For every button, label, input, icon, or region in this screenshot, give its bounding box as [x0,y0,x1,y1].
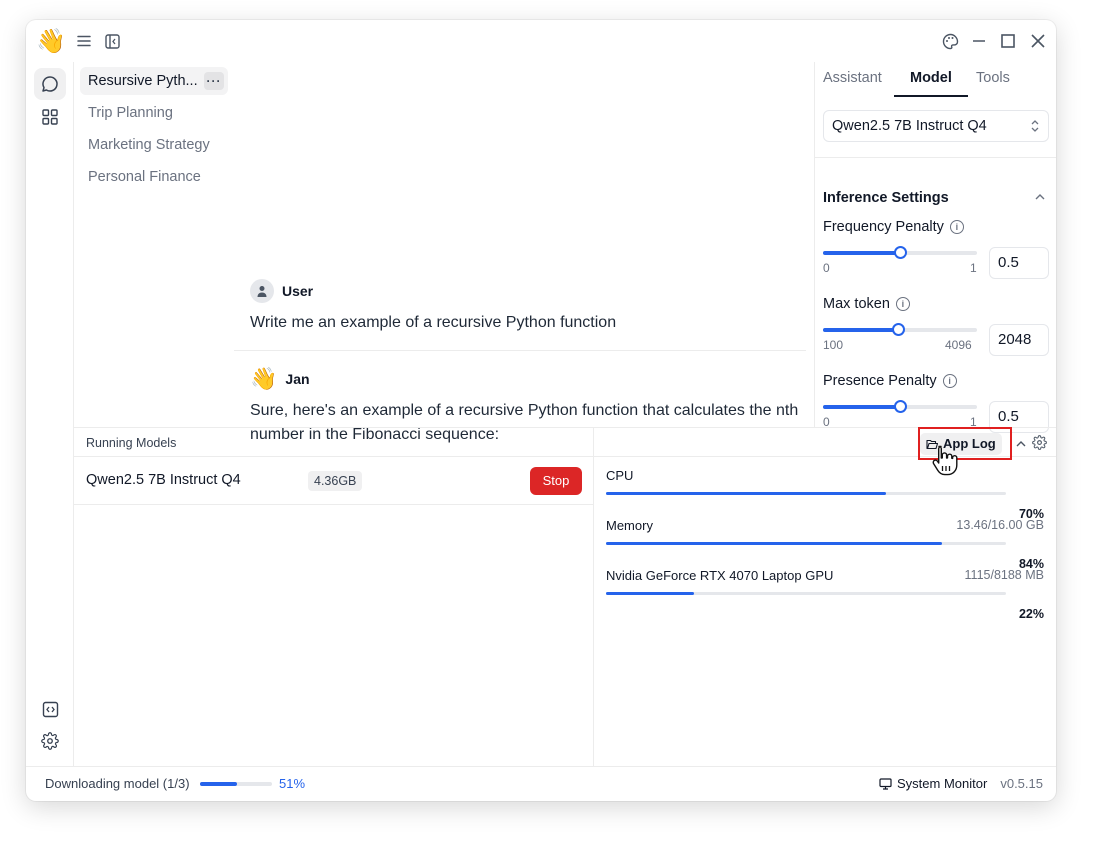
slider-fill [823,405,900,409]
system-monitor-panel: Running Models Qwen2.5 7B Instruct Q4 4.… [74,427,1056,767]
hand-cursor-icon [930,444,958,481]
local-api-server-icon[interactable] [34,693,66,725]
monitor-icon [879,777,892,790]
status-bar: Downloading model (1/3) 51% System Monit… [26,766,1056,801]
param-label-text: Frequency Penalty [823,219,944,235]
thread-item-marketing-strategy[interactable]: Marketing Strategy [80,131,228,159]
slider-presence-penalty[interactable] [823,400,977,413]
info-icon[interactable]: i [895,297,910,311]
slider-max-token[interactable] [823,323,977,336]
stop-model-button[interactable]: Stop [530,467,582,495]
slider-fill [823,328,899,332]
model-select[interactable]: Qwen2.5 7B Instruct Q4 [823,110,1049,142]
hub-grid-icon[interactable] [34,101,66,133]
user-avatar-icon [250,279,274,303]
chevron-up-icon[interactable] [1034,190,1046,206]
slider-thumb[interactable] [894,400,907,413]
slider-fill [823,251,900,255]
monitor-label-memory: Memory [606,518,653,533]
slider-max-label: 4096 [945,338,972,352]
monitor-label-cpu: CPU [606,468,634,483]
system-monitor-label: System Monitor [897,776,988,791]
message-header-user: User [250,279,313,303]
message-header-jan: 👋 Jan [250,366,310,392]
divider [815,157,1056,158]
gpu-percent: 22% [1018,607,1044,621]
param-label-frequency-penalty: Frequency Penalty i [823,219,964,235]
message-divider [234,350,806,351]
chat-icon[interactable] [34,68,66,100]
param-label-text: Max token [823,296,890,312]
thread-list: Resursive Pyth... ··· Trip Planning Mark… [74,62,234,447]
tab-model[interactable]: Model [910,70,952,86]
slider-thumb[interactable] [892,323,906,336]
selected-model-label: Qwen2.5 7B Instruct Q4 [832,118,987,134]
panel-tabs: Assistant Model Tools [815,62,1056,98]
system-monitor-button[interactable]: System Monitor [879,776,987,791]
app-version: v0.5.15 [1000,776,1043,791]
tab-tools[interactable]: Tools [976,70,1010,86]
monitor-settings-gear-icon[interactable] [1032,435,1047,453]
toggle-sidebar-icon[interactable] [104,33,120,49]
running-model-row: Qwen2.5 7B Instruct Q4 4.36GB Stop [74,457,593,505]
message-author: Jan [285,371,310,387]
menu-icon[interactable] [76,33,92,49]
slider-min-label: 100 [823,338,844,352]
info-icon[interactable]: i [942,374,957,388]
gpu-usage-bar [606,592,1006,595]
inference-settings-title: Inference Settings [823,190,949,206]
divider [593,428,594,767]
cpu-usage-bar [606,492,1006,495]
usage-fill [606,492,886,495]
download-progress-fill [200,782,237,786]
param-label-max-token: Max token i [823,296,910,312]
memory-detail: 13.46/16.00 GB [956,518,1044,532]
message-author: User [282,283,314,299]
slider-thumb[interactable] [894,246,907,259]
message-text: Write me an example of a recursive Pytho… [250,314,617,331]
app-logo-icon: 👋 [36,27,66,55]
left-rail [26,62,74,766]
usage-fill [606,592,694,595]
memory-usage-bar [606,542,1006,545]
download-percent: 51% [279,776,306,791]
param-label-presence-penalty: Presence Penalty i [823,373,957,389]
tab-assistant[interactable]: Assistant [823,70,882,86]
thread-item-trip-planning[interactable]: Trip Planning [80,99,228,127]
settings-gear-icon[interactable] [34,725,66,757]
title-bar: 👋 [26,20,1056,62]
chat-area: User Write me an example of a recursive … [234,62,814,447]
max-token-input[interactable]: 2048 [989,324,1049,356]
chevron-up-icon[interactable] [1015,437,1027,453]
frequency-penalty-input[interactable]: 0.5 [989,247,1049,279]
download-progress-bar [200,782,272,786]
app-window: 👋 Resursive Pyth... ··· Trip Planning Ma… [26,20,1056,801]
thread-item-label: Resursive Pyth... [88,73,198,89]
close-icon[interactable] [1029,32,1047,50]
param-label-text: Presence Penalty [823,373,937,389]
running-model-name: Qwen2.5 7B Instruct Q4 [86,472,241,488]
chevron-up-down-icon [1030,111,1040,141]
slider-max-label: 1 [970,261,977,275]
slider-frequency-penalty[interactable] [823,246,977,259]
jan-avatar-icon: 👋 [250,366,278,391]
running-model-size-badge: 4.36GB [308,471,363,491]
maximize-icon[interactable] [999,32,1017,50]
gpu-detail: 1115/8188 MB [964,568,1044,582]
monitor-label-gpu: Nvidia GeForce RTX 4070 Laptop GPU [606,568,834,583]
minimize-icon[interactable] [970,32,988,50]
slider-min-label: 0 [823,261,830,275]
active-tab-indicator [894,95,968,97]
thread-item-recursive-python[interactable]: Resursive Pyth... ··· [80,67,228,95]
thread-item-personal-finance[interactable]: Personal Finance [80,163,228,191]
more-options-icon[interactable]: ··· [204,72,224,90]
usage-fill [606,542,942,545]
download-status-text: Downloading model (1/3) [45,776,190,791]
thread-settings-panel: Assistant Model Tools Qwen2.5 7B Instruc… [814,62,1056,433]
running-models-header: Running Models [86,436,177,450]
info-icon[interactable]: i [949,220,964,234]
palette-icon[interactable] [941,32,959,50]
